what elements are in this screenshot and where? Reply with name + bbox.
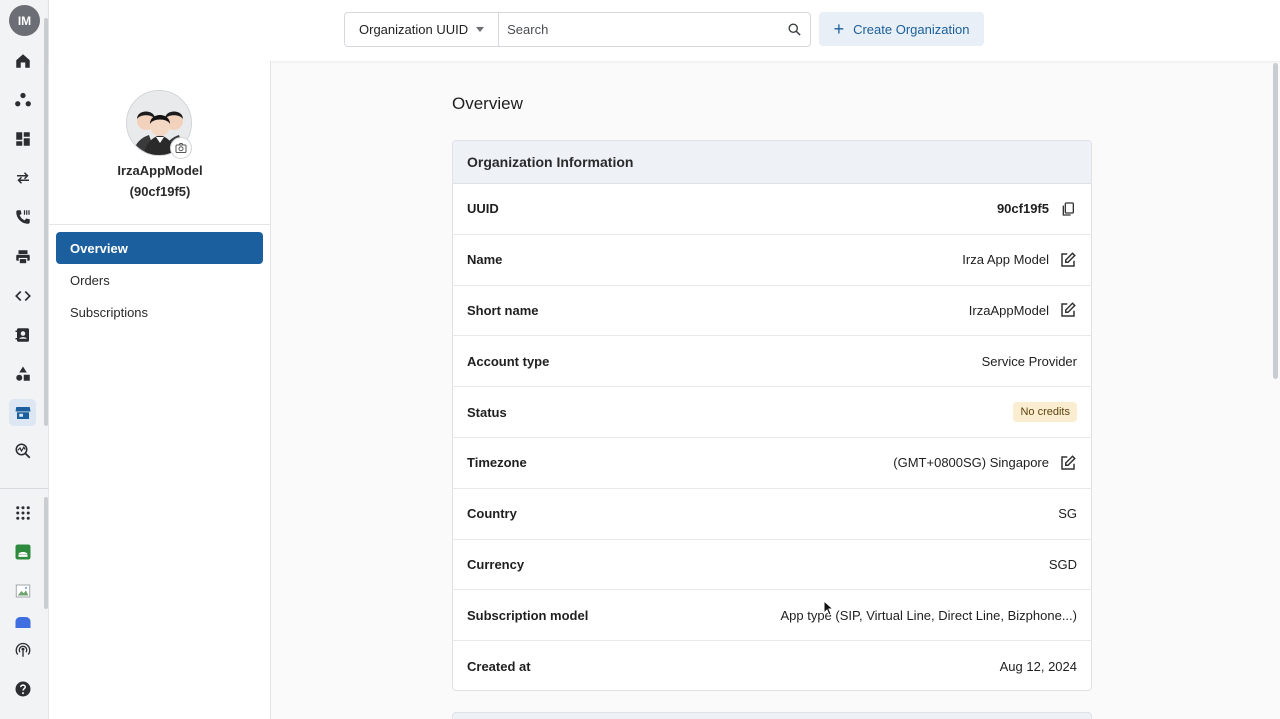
search-input[interactable] (499, 13, 778, 46)
phone-call-icon[interactable] (9, 203, 36, 230)
row-label: Currency (467, 556, 525, 572)
home-icon[interactable] (9, 47, 36, 74)
row-label: Name (467, 252, 503, 268)
apps-grid-icon[interactable] (9, 499, 36, 526)
image-icon[interactable] (9, 577, 36, 604)
info-row-currency: Currency SGD (453, 540, 1091, 591)
timezone-value: (GMT+0800SG) Singapore (893, 455, 1049, 471)
dashboard-icon[interactable] (9, 125, 36, 152)
contacts-icon[interactable] (9, 321, 36, 348)
printer-icon[interactable] (9, 243, 36, 270)
uuid-value: 90cf19f5 (996, 201, 1049, 217)
row-label: Short name (467, 302, 539, 318)
search-scope-select[interactable]: Organization UUID (345, 13, 500, 46)
row-value: Irza App Model (962, 251, 1077, 269)
analytics-icon[interactable] (9, 437, 36, 464)
info-row-account-type: Account type Service Provider (453, 336, 1091, 388)
edit-icon[interactable] (1059, 301, 1077, 319)
row-value: IrzaAppModel (969, 301, 1077, 319)
info-row-status: Status No credits (453, 387, 1091, 438)
row-label: UUID (467, 201, 499, 217)
page-scrollbar[interactable] (1273, 63, 1278, 379)
store-icon[interactable] (9, 399, 36, 426)
search-bar: Organization UUID (344, 12, 811, 47)
row-label: Subscription model (467, 607, 589, 623)
rail-scrollbar-bottom[interactable] (44, 497, 48, 609)
edit-icon[interactable] (1059, 454, 1077, 472)
info-row-timezone: Timezone (GMT+0800SG) Singapore (453, 438, 1091, 489)
rail-scrollbar-top[interactable] (44, 18, 48, 426)
info-row-short-name: Short name IrzaAppModel (453, 286, 1091, 337)
row-value: (GMT+0800SG) Singapore (893, 454, 1077, 472)
subnav-item-orders[interactable]: Orders (56, 264, 263, 296)
organization-id: (90cf19f5) (129, 184, 191, 199)
info-row-subscription-model: Subscription model App type (SIP, Virtua… (453, 590, 1091, 642)
transfer-icon[interactable] (9, 164, 36, 191)
camera-icon[interactable] (170, 137, 192, 159)
network-icon[interactable] (9, 86, 36, 113)
row-label: Status (467, 404, 507, 420)
short-name-value: IrzaAppModel (968, 302, 1049, 318)
organization-sidebar: IrzaAppModel (90cf19f5) Overview Orders … (49, 61, 271, 719)
card-title: Organization Information (453, 141, 1091, 184)
page-title: Overview (452, 94, 523, 113)
shapes-icon[interactable] (9, 360, 36, 387)
currency-value: SGD (1048, 556, 1077, 572)
organization-name: IrzaAppModel (117, 163, 203, 178)
search-icon[interactable] (778, 13, 810, 46)
broadcast-icon[interactable] (9, 636, 36, 663)
subnav-item-overview[interactable]: Overview (56, 232, 263, 264)
sidebar-divider (49, 224, 271, 225)
info-row-country: Country SG (453, 489, 1091, 540)
row-label: Account type (467, 353, 550, 369)
created-at-value: Aug 12, 2024 (999, 659, 1077, 675)
create-organization-button[interactable]: + Create Organization (819, 12, 984, 46)
row-label: Created at (467, 659, 531, 675)
info-row-name: Name Irza App Model (453, 235, 1091, 286)
edit-icon[interactable] (1059, 251, 1077, 269)
android-app-icon[interactable] (9, 538, 36, 565)
mouse-cursor-icon (823, 600, 835, 616)
search-scope-label: Organization UUID (359, 22, 469, 37)
user-avatar[interactable]: IM (9, 5, 40, 36)
account-type-value: Service Provider (981, 353, 1077, 369)
row-label: Country (467, 506, 517, 522)
row-label: Timezone (467, 455, 527, 471)
organization-info-card: Organization Information UUID 90cf19f5 N… (452, 140, 1092, 691)
chevron-down-icon (476, 27, 485, 32)
icon-rail: IM (0, 0, 49, 719)
top-header: Organization UUID + Create Organization (49, 0, 1280, 61)
code-icon[interactable] (9, 282, 36, 309)
help-icon[interactable] (9, 675, 36, 702)
create-organization-label: Create Organization (853, 21, 970, 37)
info-row-created-at: Created at Aug 12, 2024 (453, 641, 1091, 690)
rail-divider (0, 488, 49, 489)
subnav-item-subscriptions[interactable]: Subscriptions (56, 296, 263, 328)
plus-icon: + (833, 19, 845, 39)
next-card-header (452, 712, 1092, 719)
info-row-uuid: UUID 90cf19f5 (453, 184, 1091, 235)
country-value: SG (1058, 506, 1077, 522)
name-value: Irza App Model (962, 252, 1049, 268)
copy-icon[interactable] (1059, 200, 1077, 218)
row-value: 90cf19f5 (997, 200, 1077, 218)
app-icon[interactable] (9, 614, 36, 628)
status-badge: No credits (1013, 402, 1077, 423)
